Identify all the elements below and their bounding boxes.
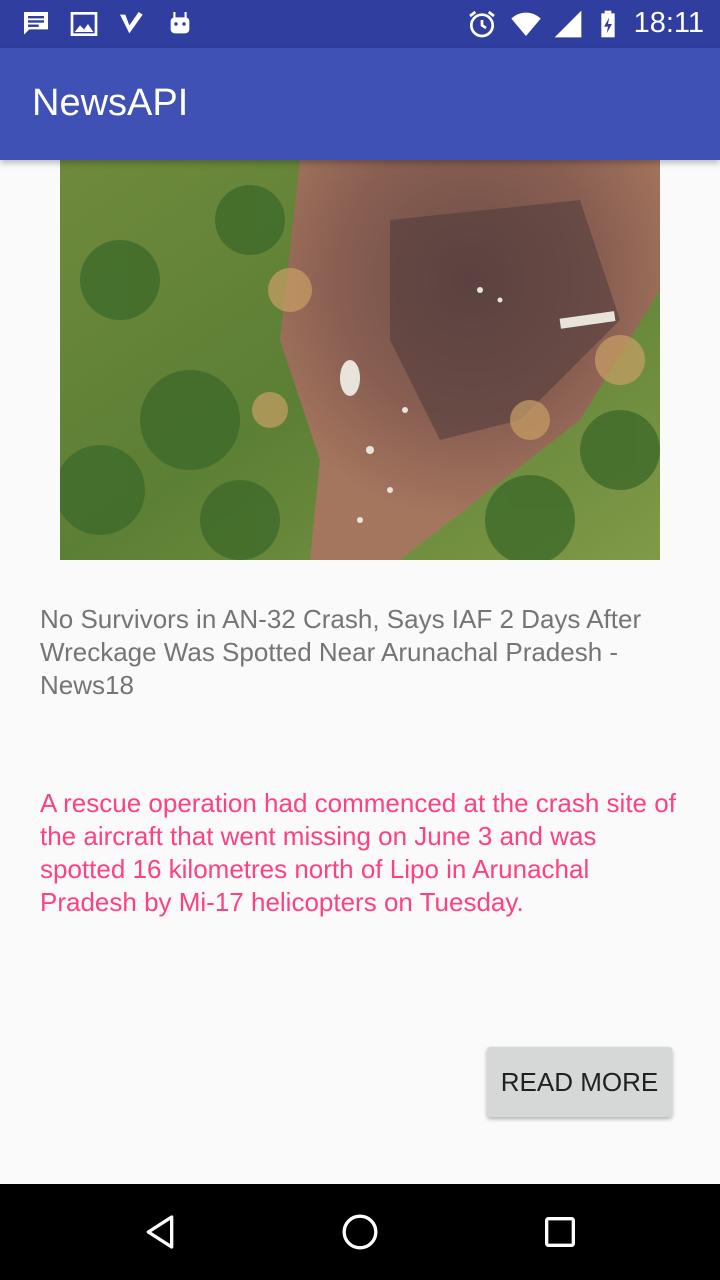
article-image	[60, 160, 660, 560]
image-icon	[70, 12, 98, 36]
message-icon	[24, 12, 48, 35]
navigation-bar	[0, 1184, 720, 1280]
back-icon	[146, 1215, 174, 1249]
alarm-icon	[469, 10, 495, 38]
recents-button[interactable]	[500, 1184, 620, 1280]
read-more-button[interactable]: READ MORE	[487, 1047, 672, 1117]
battery-charging-icon	[601, 10, 615, 38]
aerial-photo	[60, 160, 660, 560]
signal-icon	[554, 10, 582, 38]
back-button[interactable]	[100, 1184, 220, 1280]
article-content[interactable]: No Survivors in AN-32 Crash, Says IAF 2 …	[0, 160, 720, 1184]
home-icon	[342, 1214, 378, 1250]
android-icon	[170, 12, 190, 34]
app-title: NewsAPI	[32, 82, 189, 124]
wifi-icon	[511, 12, 541, 36]
home-button[interactable]	[300, 1184, 420, 1280]
status-time: 18:11	[633, 7, 704, 39]
status-bar: 18:11	[0, 0, 720, 48]
article-description: A rescue operation had commenced at the …	[40, 788, 676, 917]
recents-icon	[545, 1217, 575, 1247]
article-headline: No Survivors in AN-32 Crash, Says IAF 2 …	[40, 604, 642, 700]
app-bar: NewsAPI	[0, 48, 720, 160]
check-icon	[120, 12, 143, 34]
